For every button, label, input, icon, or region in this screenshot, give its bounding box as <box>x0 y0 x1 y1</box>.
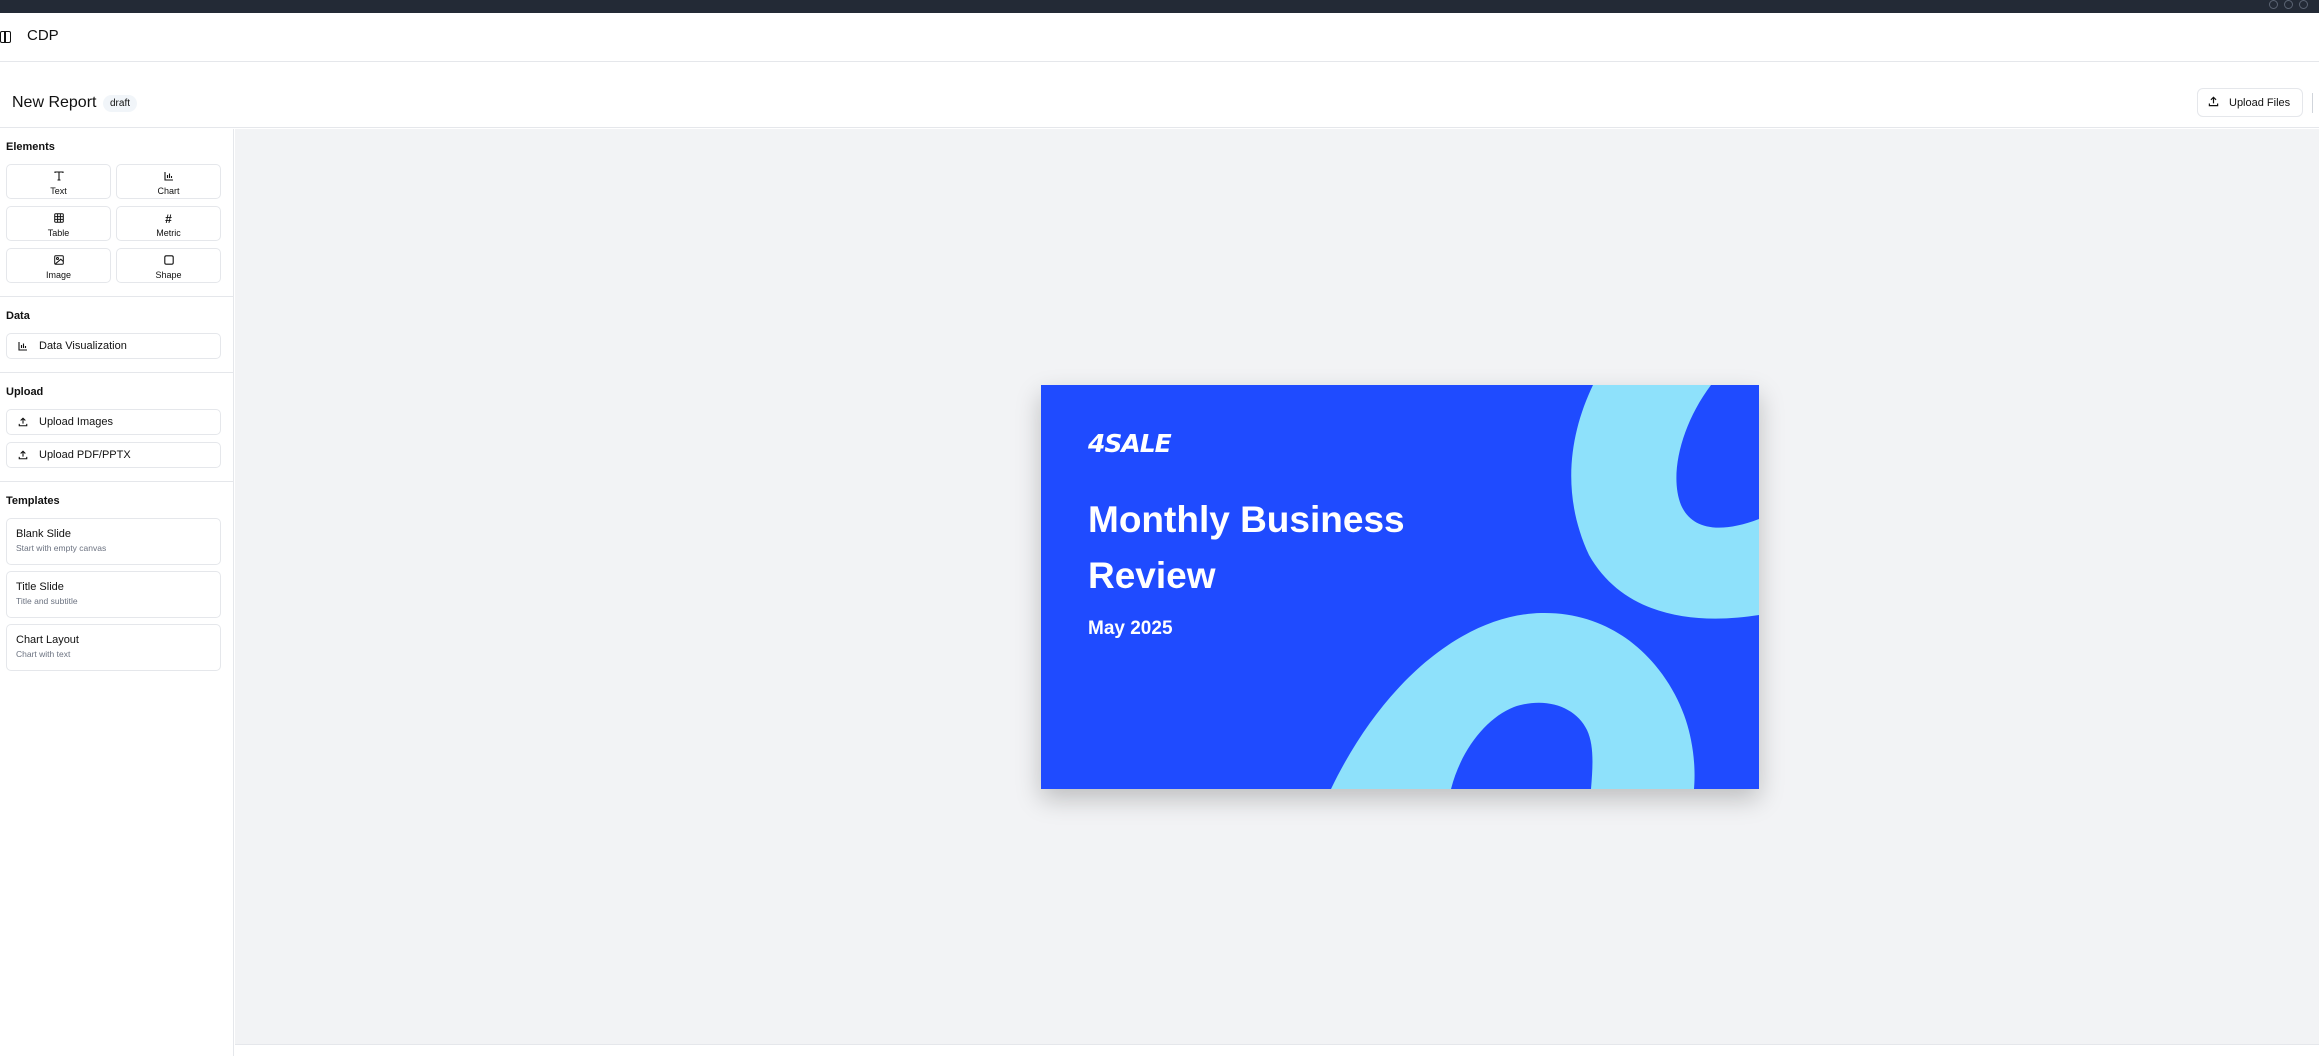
data-visualization-label: Data Visualization <box>39 340 127 352</box>
chart-icon <box>7 341 39 351</box>
section-title-elements: Elements <box>6 141 55 153</box>
template-subtitle: Chart with text <box>16 649 71 659</box>
element-chart-label: Chart <box>157 186 180 196</box>
upload-pdf-pptx-label: Upload PDF/PPTX <box>39 449 131 461</box>
report-title[interactable]: New Report <box>12 94 96 112</box>
window-controls <box>2263 0 2313 9</box>
os-window-bar <box>0 0 2319 13</box>
element-text-button[interactable]: Text <box>6 164 111 199</box>
image-icon <box>7 254 110 268</box>
upload-icon <box>7 450 39 460</box>
element-image-label: Image <box>45 270 71 280</box>
template-chart-layout[interactable]: Chart Layout Chart with text <box>6 624 221 671</box>
upload-icon <box>7 417 39 427</box>
slide-headline[interactable]: Monthly Business Review <box>1088 492 1448 604</box>
status-badge: draft <box>103 95 138 112</box>
upload-pdf-pptx-button[interactable]: Upload PDF/PPTX <box>6 442 221 468</box>
section-divider <box>0 481 233 482</box>
element-chart-button[interactable]: Chart <box>116 164 221 199</box>
upload-files-button[interactable]: Upload Files <box>2197 88 2303 117</box>
app-topbar: CDP <box>0 13 2319 62</box>
header-divider <box>2312 93 2313 113</box>
upload-images-label: Upload Images <box>39 416 113 428</box>
template-title: Title Slide <box>16 581 64 593</box>
element-text-label: Text <box>50 186 67 196</box>
app-title: CDP <box>27 27 59 44</box>
template-subtitle: Start with empty canvas <box>16 543 107 553</box>
element-metric-label: Metric <box>156 228 181 238</box>
section-divider <box>0 372 233 373</box>
template-title-slide[interactable]: Title Slide Title and subtitle <box>6 571 221 618</box>
element-metric-button[interactable]: # Metric <box>116 206 221 241</box>
template-blank-slide[interactable]: Blank Slide Start with empty canvas <box>6 518 221 565</box>
template-title: Blank Slide <box>16 528 72 540</box>
data-visualization-button[interactable]: Data Visualization <box>6 333 221 359</box>
upload-icon <box>2208 96 2219 110</box>
report-header: New Report draft Upload Files <box>0 63 2319 128</box>
sidebar: Elements Text Chart Table # Metric Image… <box>0 129 234 1056</box>
template-title: Chart Layout <box>16 634 79 646</box>
hash-icon: # <box>165 212 172 226</box>
square-icon <box>117 254 220 268</box>
sidebar-toggle-icon[interactable] <box>0 31 11 43</box>
element-shape-button[interactable]: Shape <box>116 248 221 283</box>
canvas-footer <box>235 1044 2319 1056</box>
section-title-upload: Upload <box>6 386 44 398</box>
upload-files-label: Upload Files <box>2229 96 2291 109</box>
text-icon <box>7 170 110 184</box>
element-table-label: Table <box>47 228 70 238</box>
table-icon <box>7 212 110 226</box>
element-image-button[interactable]: Image <box>6 248 111 283</box>
element-table-button[interactable]: Table <box>6 206 111 241</box>
template-subtitle: Title and subtitle <box>16 596 78 606</box>
section-title-data: Data <box>6 310 30 322</box>
slide-preview[interactable]: 4SALE Monthly Business Review May 2025 <box>1041 385 1759 789</box>
chart-icon <box>117 170 220 184</box>
brand-logo: 4SALE <box>1088 429 1172 458</box>
section-divider <box>0 296 233 297</box>
element-shape-label: Shape <box>155 270 182 280</box>
section-title-templates: Templates <box>6 495 60 507</box>
slide-date[interactable]: May 2025 <box>1088 618 1173 640</box>
upload-images-button[interactable]: Upload Images <box>6 409 221 435</box>
